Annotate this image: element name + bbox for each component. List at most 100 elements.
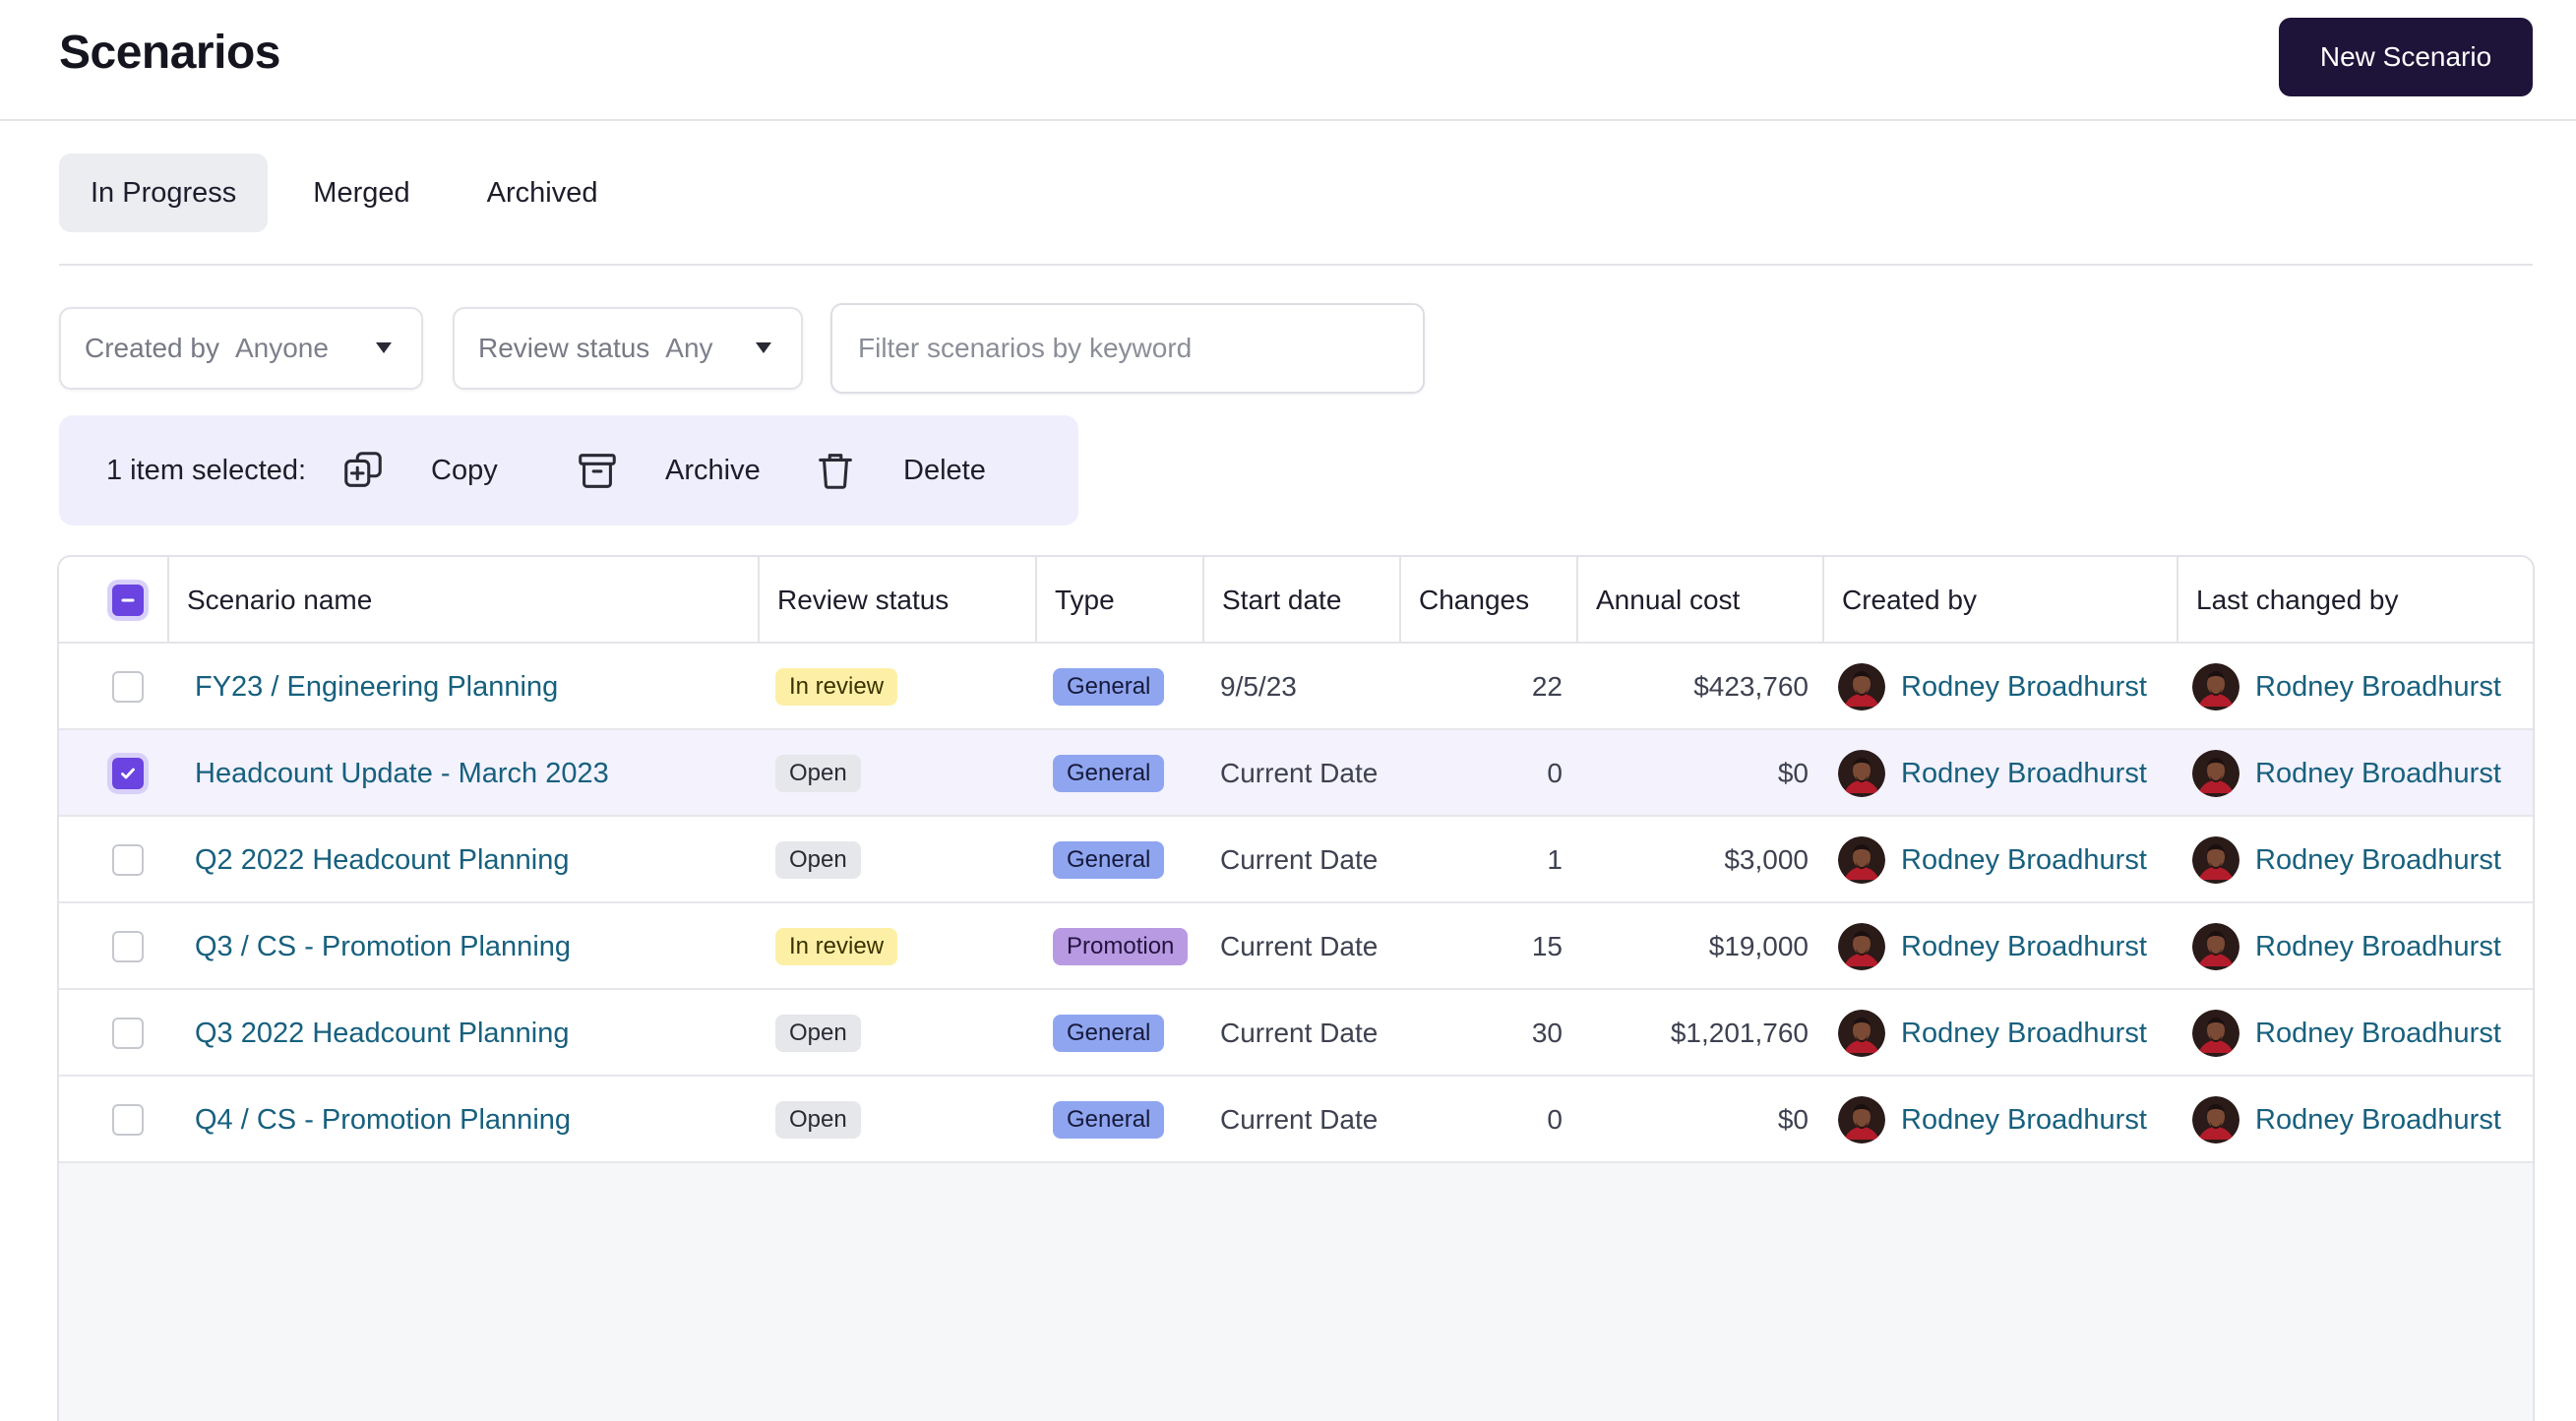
avatar (1838, 1096, 1885, 1143)
start-date-cell: Current Date (1220, 844, 1379, 875)
tabs-divider (59, 264, 2533, 266)
type-cell: General (1053, 817, 1210, 903)
last-changed-by-cell: Rodney Broadhurst (2192, 644, 2533, 730)
tab-archived[interactable]: Archived (456, 154, 630, 232)
row-checkbox[interactable] (112, 671, 144, 703)
review-status-cell: Open (775, 730, 1031, 817)
table-row[interactable]: Headcount Update - March 2023 Open General… (59, 730, 2533, 817)
review-status-badge: Open (775, 841, 861, 879)
status-tabs: In Progress Merged Archived (59, 154, 629, 232)
new-scenario-button[interactable]: New Scenario (2279, 18, 2533, 96)
archive-icon (579, 454, 616, 488)
scenario-name-link[interactable]: Q4 / CS - Promotion Planning (195, 1077, 746, 1163)
review-status-cell: Open (775, 817, 1031, 903)
review-status-filter-label: Review status (478, 333, 650, 363)
table-row[interactable]: Q4 / CS - Promotion Planning Open General C… (59, 1077, 2533, 1163)
table-row[interactable]: Q2 2022 Headcount Planning Open General Cur… (59, 817, 2533, 903)
type-badge: General (1053, 1015, 1165, 1052)
copy-button[interactable]: Copy (340, 443, 498, 498)
last-changed-by-link[interactable]: Rodney Broadhurst (2255, 1018, 2501, 1050)
created-by-filter-value: Anyone (234, 333, 329, 363)
scenario-name-link[interactable]: Headcount Update - March 2023 (195, 730, 746, 817)
table-row[interactable]: Q3 2022 Headcount Planning Open General Cur… (59, 990, 2533, 1077)
tab-merged[interactable]: Merged (281, 154, 441, 232)
review-status-badge: Open (775, 755, 861, 792)
archive-button[interactable]: Archive (575, 443, 761, 498)
avatar (1838, 923, 1885, 970)
changes-cell: 1 (1547, 844, 1563, 875)
changes-cell: 15 (1531, 931, 1563, 961)
col-created-by[interactable]: Created by (1822, 557, 2177, 644)
scenario-name-link[interactable]: Q2 2022 Headcount Planning (195, 817, 746, 903)
col-start-date[interactable]: Start date (1202, 557, 1399, 644)
scenarios-table: Scenario name Review status Type Start d… (57, 555, 2535, 1421)
row-checkbox[interactable] (112, 1018, 144, 1049)
delete-button[interactable]: Delete (813, 443, 986, 498)
last-changed-by-link[interactable]: Rodney Broadhurst (2255, 844, 2501, 877)
page-title: Scenarios (59, 27, 280, 79)
select-all-cell (108, 557, 148, 644)
row-checkbox[interactable] (112, 1104, 144, 1136)
table-row[interactable]: Q3 / CS - Promotion Planning In review Pro… (59, 903, 2533, 990)
col-scenario-name[interactable]: Scenario name (167, 557, 758, 644)
keyword-search-input[interactable] (830, 303, 1425, 394)
last-changed-by-link[interactable]: Rodney Broadhurst (2255, 758, 2501, 790)
type-cell: General (1053, 644, 1210, 730)
type-badge: General (1053, 668, 1165, 706)
table-row[interactable]: FY23 / Engineering Planning In review Gene… (59, 644, 2533, 730)
col-last-changed-by[interactable]: Last changed by (2177, 557, 2533, 644)
review-status-badge: In review (775, 928, 898, 965)
copy-icon (344, 452, 382, 487)
review-status-badge: Open (775, 1101, 861, 1139)
row-select-cell (108, 903, 148, 990)
created-by-link[interactable]: Rodney Broadhurst (1901, 931, 2147, 963)
scenario-name-link[interactable]: FY23 / Engineering Planning (195, 644, 746, 730)
col-review-status[interactable]: Review status (758, 557, 1035, 644)
created-by-link[interactable]: Rodney Broadhurst (1901, 1104, 2147, 1137)
page-header: Scenarios New Scenario (0, 0, 2576, 121)
annual-cost-cell: $3,000 (1724, 844, 1809, 875)
last-changed-by-cell: Rodney Broadhurst (2192, 1077, 2533, 1163)
select-all-checkbox[interactable] (112, 585, 144, 616)
row-checkbox[interactable] (112, 931, 144, 962)
row-select-cell (108, 817, 148, 903)
row-checkbox[interactable] (112, 844, 144, 876)
delete-label: Delete (903, 454, 986, 486)
last-changed-by-link[interactable]: Rodney Broadhurst (2255, 931, 2501, 963)
type-badge: Promotion (1053, 928, 1189, 965)
caret-down-icon (376, 342, 392, 353)
start-date-cell: Current Date (1220, 931, 1379, 961)
created-by-link[interactable]: Rodney Broadhurst (1901, 844, 2147, 877)
created-by-filter[interactable]: Created by Anyone (59, 307, 423, 390)
created-by-cell: Rodney Broadhurst (1838, 817, 2173, 903)
avatar (1838, 663, 1885, 710)
last-changed-by-cell: Rodney Broadhurst (2192, 817, 2533, 903)
bulk-action-bar: 1 item selected: Copy Archive Delete (59, 415, 1078, 525)
type-cell: General (1053, 990, 1210, 1077)
review-status-filter-value: Any (665, 333, 713, 363)
row-checkbox[interactable] (112, 758, 144, 789)
review-status-cell: Open (775, 1077, 1031, 1163)
col-annual-cost[interactable]: Annual cost (1576, 557, 1822, 644)
created-by-link[interactable]: Rodney Broadhurst (1901, 671, 2147, 704)
type-badge: General (1053, 755, 1165, 792)
scenario-name-link[interactable]: Q3 2022 Headcount Planning (195, 990, 746, 1077)
scenario-name-link[interactable]: Q3 / CS - Promotion Planning (195, 903, 746, 990)
col-changes[interactable]: Changes (1399, 557, 1576, 644)
row-select-cell (108, 644, 148, 730)
type-cell: Promotion (1053, 903, 1210, 990)
col-type[interactable]: Type (1035, 557, 1202, 644)
review-status-filter[interactable]: Review status Any (453, 307, 803, 390)
tab-in-progress[interactable]: In Progress (59, 154, 269, 232)
archive-label: Archive (665, 454, 761, 486)
caret-down-icon (756, 342, 771, 353)
avatar (2192, 1096, 2239, 1143)
last-changed-by-link[interactable]: Rodney Broadhurst (2255, 1104, 2501, 1137)
created-by-link[interactable]: Rodney Broadhurst (1901, 1018, 2147, 1050)
created-by-cell: Rodney Broadhurst (1838, 644, 2173, 730)
last-changed-by-link[interactable]: Rodney Broadhurst (2255, 671, 2501, 704)
start-date-cell: Current Date (1220, 1104, 1379, 1135)
avatar (1838, 750, 1885, 797)
annual-cost-cell: $1,201,760 (1670, 1018, 1809, 1048)
created-by-link[interactable]: Rodney Broadhurst (1901, 758, 2147, 790)
